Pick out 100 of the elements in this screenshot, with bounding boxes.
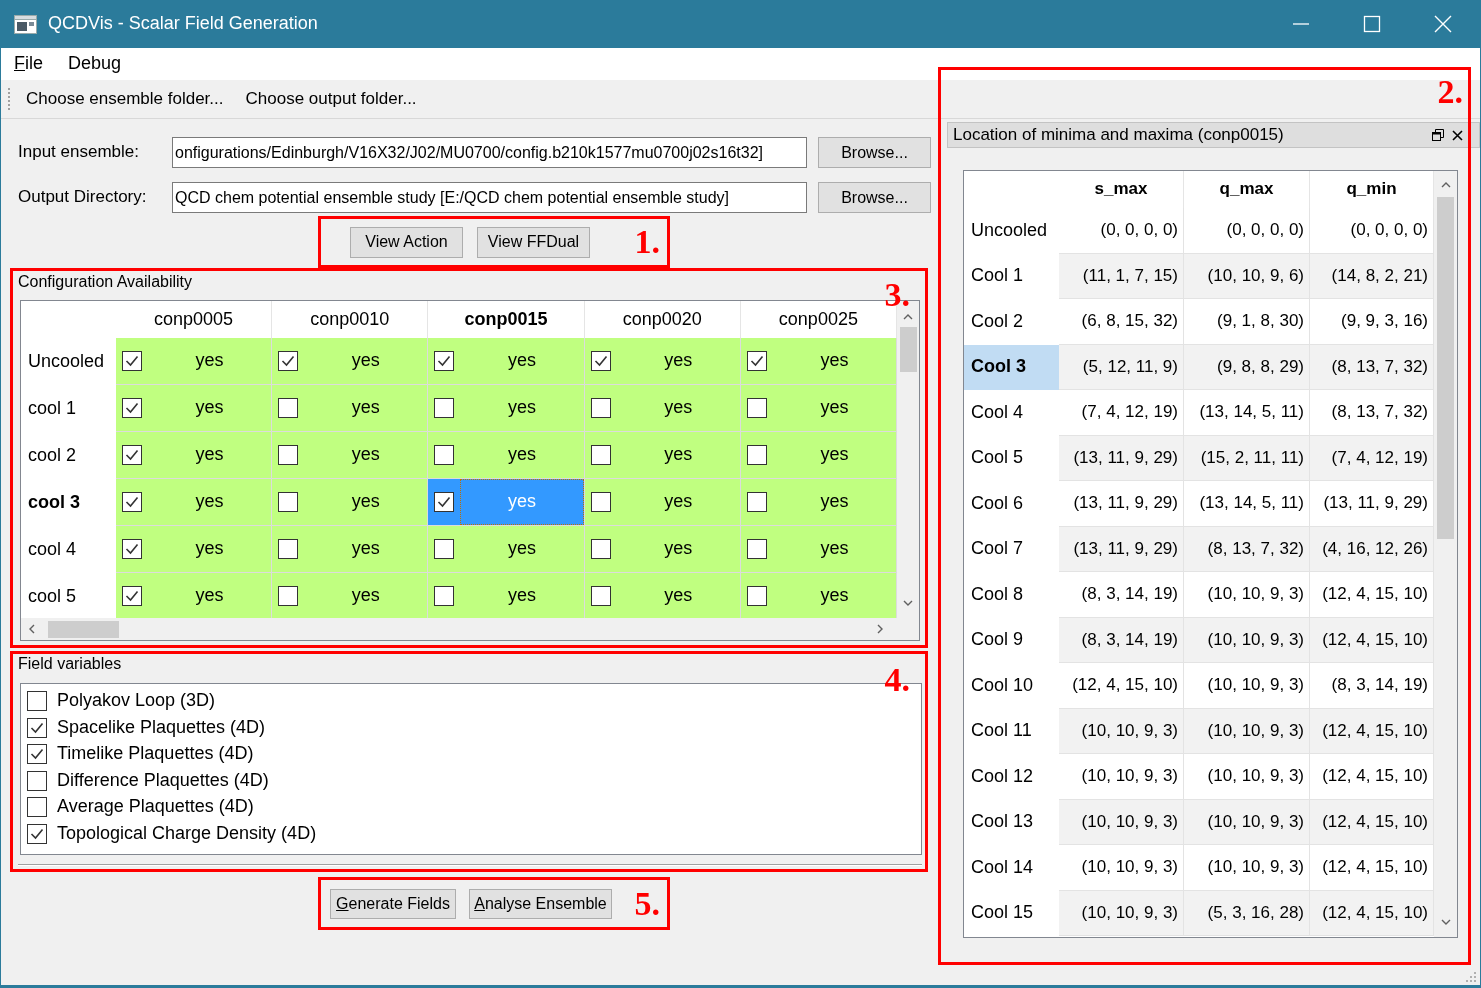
table-cell[interactable]: (13, 11, 9, 29) [1059,526,1184,572]
table-cell[interactable]: (10, 10, 9, 3) [1184,708,1310,754]
table-cell[interactable]: yes [272,338,429,385]
input-field[interactable]: onfigurations/Edinburgh/V16X32/J02/MU0700/config.b210k1577mu0700j02s16t32] [172,137,807,168]
table-cell[interactable]: (0, 0, 0, 0) [1184,208,1310,254]
chevron-up-icon[interactable] [1440,181,1451,188]
table-cell[interactable]: (15, 2, 11, 11) [1184,435,1310,481]
table-cell[interactable]: yes [740,573,897,618]
table-cell[interactable]: (5, 12, 11, 9) [1059,344,1184,390]
action-button[interactable]: Generate Fields [330,888,456,919]
table-cell[interactable]: (8, 3, 14, 19) [1059,617,1184,663]
table-cell[interactable]: yes [428,338,585,385]
view-button[interactable]: View Action [350,226,463,258]
row-header[interactable]: Cool 12 [964,754,1059,800]
table-cell[interactable]: (10, 10, 9, 3) [1059,890,1184,936]
menu-item[interactable]: Debug [60,51,130,77]
maximize-icon[interactable] [1363,15,1381,33]
checkbox[interactable] [122,492,142,512]
table-cell[interactable]: (4, 16, 12, 26) [1310,526,1434,572]
table-cell[interactable]: yes [116,432,273,479]
table-cell[interactable]: (14, 8, 2, 21) [1310,253,1434,299]
row-header[interactable]: Cool 3 [964,344,1059,390]
view-button[interactable]: View FFDual [477,226,590,258]
table-cell[interactable]: (8, 13, 7, 32) [1184,526,1310,572]
checkbox[interactable] [746,351,767,371]
close-icon[interactable] [1452,129,1463,141]
table-cell[interactable]: yes [116,526,273,573]
checkbox-label[interactable]: Timelike Plaquettes (4D) [57,743,254,766]
chevron-left-icon[interactable] [28,624,35,634]
checkbox[interactable] [278,445,299,465]
column-header[interactable]: q_max [1184,171,1310,208]
table-cell[interactable]: yes [584,526,741,573]
resize-grip-icon[interactable] [1465,971,1477,983]
checkbox[interactable] [122,351,142,371]
table-cell[interactable]: (10, 10, 9, 3) [1184,663,1310,709]
vertical-scrollbar[interactable] [1434,171,1457,937]
grip-icon[interactable] [7,87,11,111]
table-cell[interactable]: (10, 10, 9, 3) [1184,754,1310,800]
table-cell[interactable]: (12, 4, 15, 10) [1310,708,1434,754]
table-cell[interactable]: yes [740,385,897,432]
input-field[interactable]: QCD chem potential ensemble study [E:/QCD chem potential ensemble study] [172,182,807,213]
menu-item[interactable]: File [6,51,51,77]
table-cell[interactable]: (5, 3, 16, 28) [1184,890,1310,936]
checkbox[interactable] [746,398,767,418]
float-icon[interactable] [1432,129,1444,141]
row-header[interactable]: Cool 13 [964,799,1059,845]
row-header[interactable]: Cool 8 [964,572,1059,618]
table-cell[interactable]: yes [272,526,429,573]
checkbox[interactable] [122,445,142,465]
column-header[interactable]: s_max [1059,171,1184,208]
table-cell[interactable]: yes [116,385,273,432]
scroll-thumb[interactable] [48,620,119,638]
checkbox[interactable] [746,492,767,512]
table-cell[interactable]: (10, 10, 9, 3) [1059,754,1184,800]
table-cell[interactable]: yes [740,526,897,573]
table-cell[interactable]: (10, 10, 9, 3) [1059,845,1184,891]
checkbox[interactable] [122,398,142,418]
row-header[interactable]: Cool 6 [964,481,1059,527]
checkbox-label[interactable]: Difference Plaquettes (4D) [57,769,269,792]
browse-button[interactable]: Browse... [818,182,931,213]
table-cell[interactable]: (13, 11, 9, 29) [1059,435,1184,481]
checkbox[interactable] [27,770,47,791]
table-cell[interactable]: (10, 10, 9, 6) [1184,253,1310,299]
table-cell[interactable]: (7, 4, 12, 19) [1310,435,1434,481]
checkbox[interactable] [590,492,611,512]
checkbox[interactable] [278,398,299,418]
row-header[interactable]: Cool 9 [964,617,1059,663]
checkbox[interactable] [278,586,299,606]
table-cell[interactable]: (9, 8, 8, 29) [1184,344,1310,390]
table-cell[interactable]: (12, 4, 15, 10) [1310,617,1434,663]
row-header[interactable]: Uncooled [964,208,1059,254]
table-cell[interactable]: yes [272,432,429,479]
checkbox[interactable] [746,539,767,559]
row-header[interactable]: Cool 4 [964,390,1059,436]
table-cell[interactable]: (13, 11, 9, 29) [1059,481,1184,527]
checkbox[interactable] [746,586,767,606]
chevron-up-icon[interactable] [903,313,913,320]
table-cell[interactable]: (10, 10, 9, 3) [1184,845,1310,891]
checkbox-label[interactable]: Average Plaquettes (4D) [57,796,254,819]
checkbox[interactable] [27,744,47,765]
checkbox[interactable] [590,398,611,418]
table-cell[interactable]: (0, 0, 0, 0) [1059,208,1184,254]
checkbox[interactable] [590,445,611,465]
action-button[interactable]: Analyse Ensemble [469,888,612,919]
row-header[interactable]: Cool 5 [964,435,1059,481]
chevron-right-icon[interactable] [877,624,884,634]
table-cell[interactable]: (8, 3, 14, 19) [1059,572,1184,618]
table-cell[interactable]: yes [584,432,741,479]
table-cell[interactable]: yes [116,479,273,526]
checkbox[interactable] [27,717,47,738]
row-header[interactable]: Cool 2 [964,299,1059,345]
table-cell[interactable]: yes [272,385,429,432]
table-cell[interactable]: yes [428,526,585,573]
table-cell[interactable]: (10, 10, 9, 3) [1184,617,1310,663]
table-cell[interactable]: (10, 10, 9, 3) [1184,572,1310,618]
chevron-down-icon[interactable] [903,600,913,607]
checkbox[interactable] [122,586,142,606]
scroll-thumb[interactable] [899,327,917,372]
table-cell[interactable]: (13, 14, 5, 11) [1184,390,1310,436]
checkbox[interactable] [746,445,767,465]
